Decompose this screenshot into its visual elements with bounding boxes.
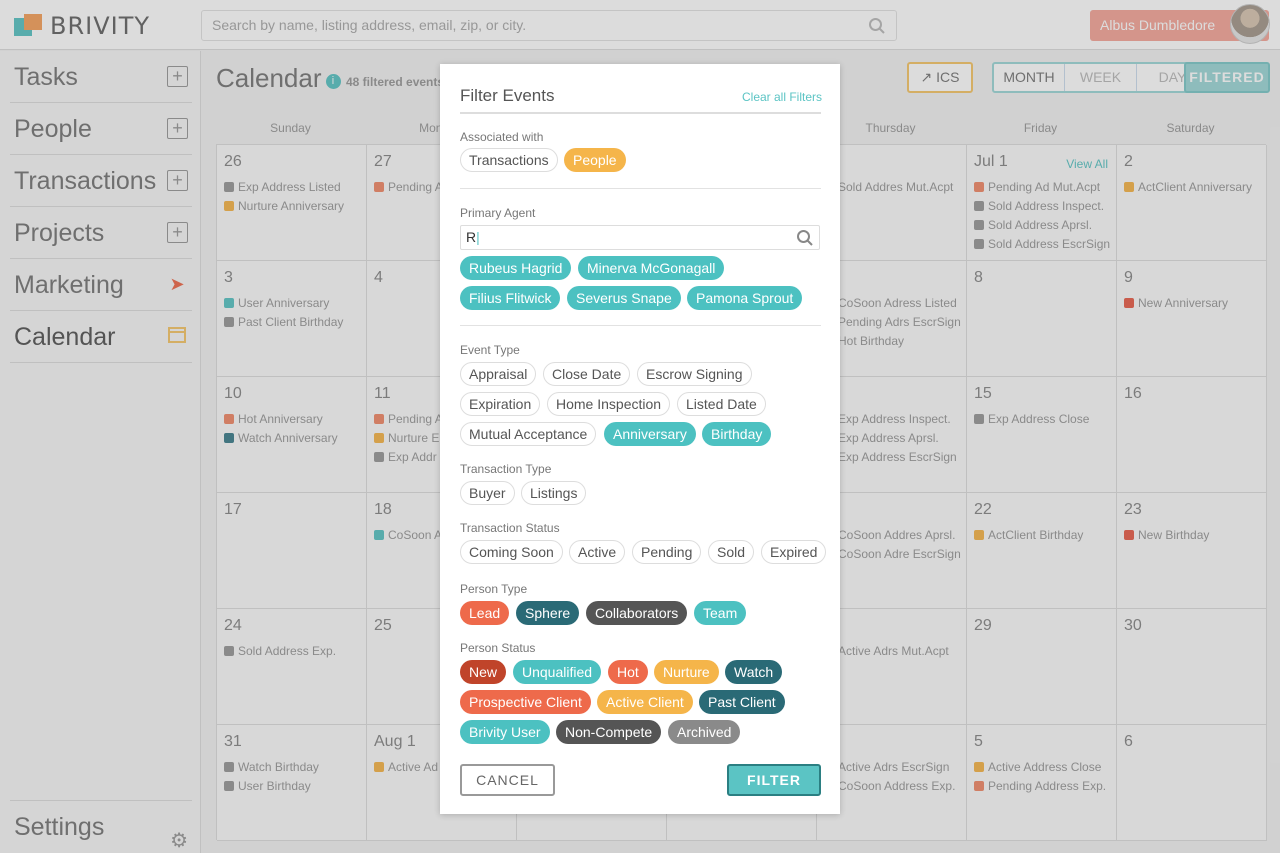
person-status-pill-new[interactable]: New xyxy=(460,660,507,684)
agent-pill-rubeus-hagrid[interactable]: Rubeus Hagrid xyxy=(460,256,572,280)
clear-all-filters-link[interactable]: Clear all Filters xyxy=(742,90,822,104)
primary-agent-label: Primary Agent xyxy=(460,206,536,220)
transaction-type-pill-listings[interactable]: Listings xyxy=(521,481,587,505)
transaction-status-pill-expired[interactable]: Expired xyxy=(761,540,827,564)
person-type-pill-collaborators[interactable]: Collaborators xyxy=(586,601,688,625)
agent-pill-pamona-sprout[interactable]: Pamona Sprout xyxy=(687,286,803,310)
person-status-pill-prospective-client[interactable]: Prospective Client xyxy=(460,690,591,714)
transaction-status-pill-active[interactable]: Active xyxy=(569,540,626,564)
event-type-pill-mutual-acceptance[interactable]: Mutual Acceptance xyxy=(460,422,597,446)
person-status-pill-unqualified[interactable]: Unqualified xyxy=(513,660,602,684)
person-status-pill-watch[interactable]: Watch xyxy=(725,660,783,684)
event-type-label: Event Type xyxy=(460,343,520,357)
person-type-label: Person Type xyxy=(460,582,528,596)
event-type-pill-close-date[interactable]: Close Date xyxy=(543,362,631,386)
transaction-status-label: Transaction Status xyxy=(460,521,560,535)
person-status-pill-non-compete[interactable]: Non-Compete xyxy=(556,720,662,744)
associated-pill-people[interactable]: People xyxy=(564,148,626,172)
event-type-pill-listed-date[interactable]: Listed Date xyxy=(677,392,766,416)
person-status-pill-archived[interactable]: Archived xyxy=(668,720,741,744)
person-status-pill-nurture[interactable]: Nurture xyxy=(654,660,719,684)
transaction-status-pill-pending[interactable]: Pending xyxy=(632,540,702,564)
event-type-pill-escrow-signing[interactable]: Escrow Signing xyxy=(637,362,752,386)
associated-with-label: Associated with xyxy=(460,130,544,144)
transaction-status-pill-sold[interactable]: Sold xyxy=(708,540,755,564)
event-type-pill-home-inspection[interactable]: Home Inspection xyxy=(547,392,671,416)
person-status-pill-past-client[interactable]: Past Client xyxy=(699,690,785,714)
associated-pill-transactions[interactable]: Transactions xyxy=(460,148,558,172)
person-type-pill-team[interactable]: Team xyxy=(694,601,747,625)
filter-button[interactable]: FILTER xyxy=(727,764,821,796)
agent-query: R xyxy=(466,229,477,245)
person-status-pill-hot[interactable]: Hot xyxy=(608,660,648,684)
transaction-type-pill-buyer[interactable]: Buyer xyxy=(460,481,515,505)
transaction-type-label: Transaction Type xyxy=(460,462,552,476)
agent-pill-filius-flitwick[interactable]: Filius Flitwick xyxy=(460,286,561,310)
event-type-pill-birthday[interactable]: Birthday xyxy=(702,422,772,446)
transaction-status-pill-coming-soon[interactable]: Coming Soon xyxy=(460,540,563,564)
person-status-pill-brivity-user[interactable]: Brivity User xyxy=(460,720,550,744)
agent-search-input[interactable]: R| xyxy=(460,225,820,250)
person-status-pill-active-client[interactable]: Active Client xyxy=(597,690,693,714)
event-type-pill-expiration[interactable]: Expiration xyxy=(460,392,541,416)
event-type-pill-appraisal[interactable]: Appraisal xyxy=(460,362,537,386)
person-status-label: Person Status xyxy=(460,641,536,655)
filter-events-modal: Filter Events Clear all Filters Associat… xyxy=(440,64,840,814)
person-type-pill-lead[interactable]: Lead xyxy=(460,601,510,625)
cancel-button[interactable]: CANCEL xyxy=(460,764,555,796)
modal-title: Filter Events xyxy=(460,86,555,105)
person-type-pill-sphere[interactable]: Sphere xyxy=(516,601,580,625)
event-type-pill-anniversary[interactable]: Anniversary xyxy=(604,422,696,446)
agent-pill-minerva-mcgonagall[interactable]: Minerva McGonagall xyxy=(578,256,725,280)
agent-pill-severus-snape[interactable]: Severus Snape xyxy=(567,286,681,310)
search-icon[interactable] xyxy=(796,229,814,247)
